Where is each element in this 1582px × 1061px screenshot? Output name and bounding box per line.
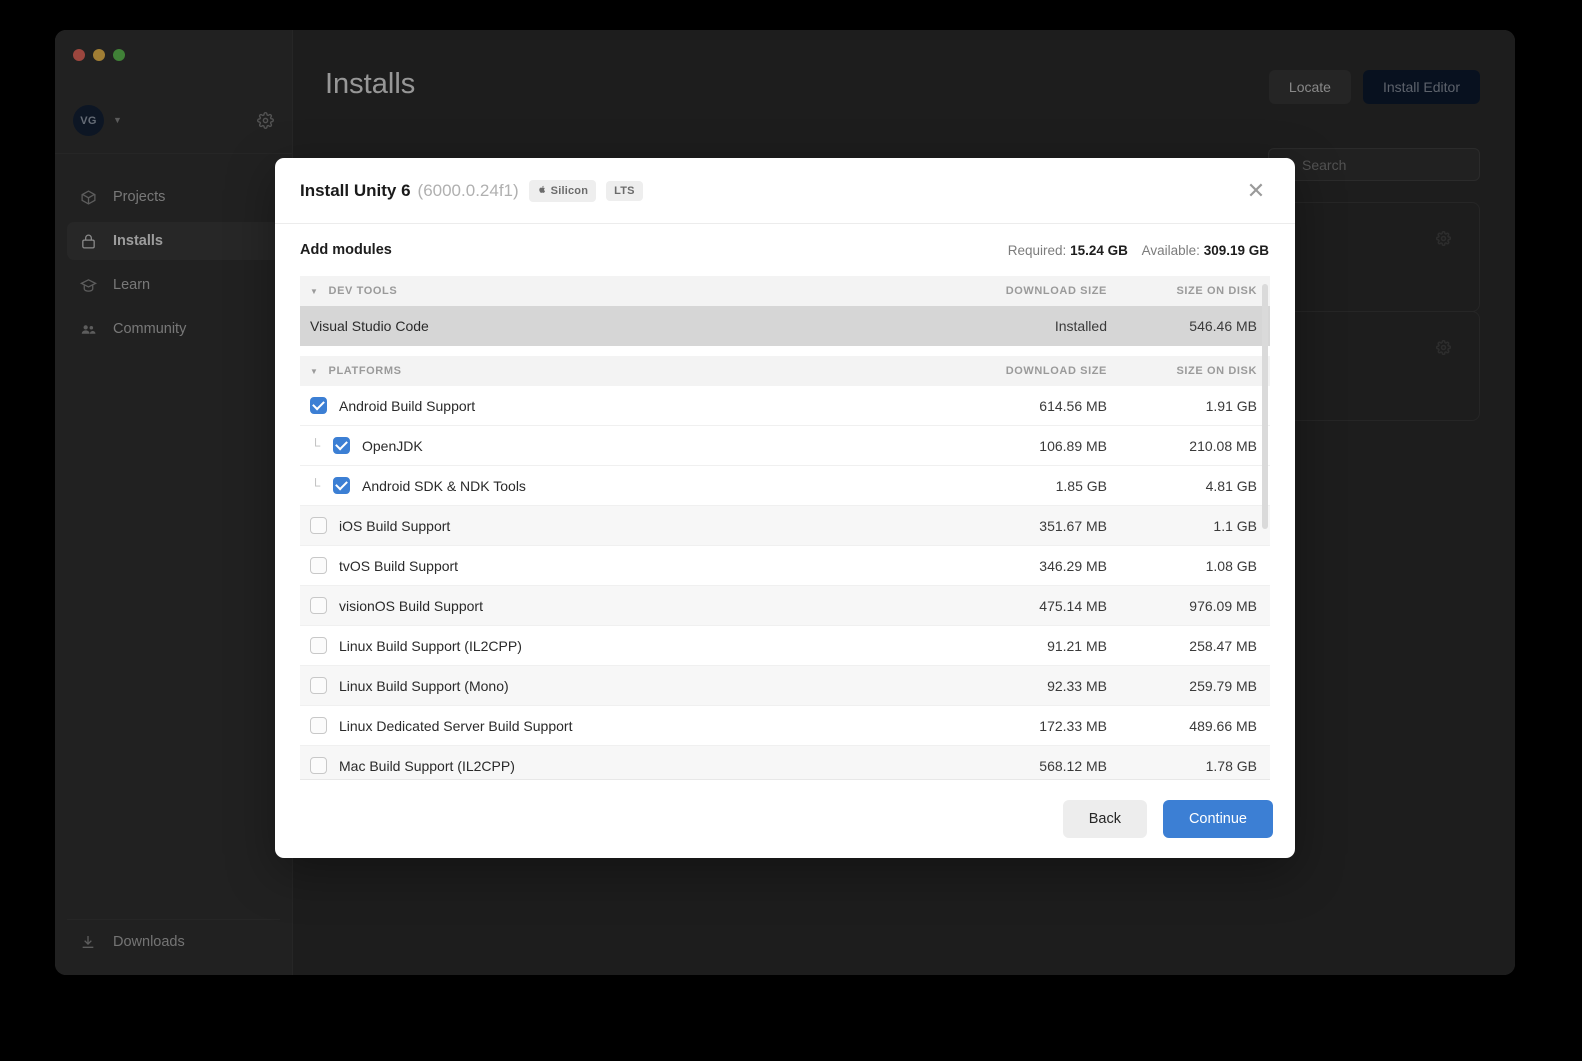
module-checkbox[interactable] (310, 597, 327, 614)
dialog-subheader: Add modules Required: 15.24 GB Available… (275, 224, 1295, 276)
back-button[interactable]: Back (1062, 800, 1147, 838)
silicon-badge: Silicon (528, 179, 597, 202)
table-row[interactable]: Linux Build Support (IL2CPP) 91.21 MB 25… (300, 626, 1270, 666)
table-row[interactable]: Mac Build Support (IL2CPP) 568.12 MB 1.7… (300, 746, 1270, 779)
module-download-size: 346.29 MB (1039, 557, 1107, 574)
module-list[interactable]: ▼ DEV TOOLS DOWNLOAD SIZE SIZE ON DISK V… (300, 276, 1270, 780)
column-header-size-on-disk: SIZE ON DISK (1176, 285, 1257, 297)
module-checkbox[interactable] (333, 477, 350, 494)
module-download-size: Installed (1054, 317, 1107, 334)
column-header-download-size: DOWNLOAD SIZE (1005, 365, 1107, 377)
table-row[interactable]: Linux Dedicated Server Build Support 172… (300, 706, 1270, 746)
module-size-on-disk: 489.66 MB (1189, 717, 1257, 734)
close-icon[interactable]: ✕ (1243, 178, 1269, 204)
dialog-footer: Back Continue (275, 780, 1295, 858)
continue-button[interactable]: Continue (1162, 800, 1273, 838)
module-checkbox[interactable] (310, 557, 327, 574)
table-row[interactable]: └ Android SDK & NDK Tools 1.85 GB 4.81 G… (300, 466, 1270, 506)
module-checkbox[interactable] (310, 757, 327, 774)
table-row[interactable]: └ OpenJDK 106.89 MB 210.08 MB (300, 426, 1270, 466)
module-size-on-disk: 4.81 GB (1205, 477, 1257, 494)
module-download-size: 91.21 MB (1047, 637, 1107, 654)
module-label: Mac Build Support (IL2CPP) (339, 757, 515, 774)
column-header-download-size: DOWNLOAD SIZE (1005, 285, 1107, 297)
dialog-title: Install Unity 6 (300, 180, 411, 200)
module-download-size: 92.33 MB (1047, 677, 1107, 694)
module-label: Linux Build Support (Mono) (339, 677, 509, 694)
module-download-size: 568.12 MB (1039, 757, 1107, 774)
lts-badge: LTS (606, 180, 643, 201)
module-download-size: 351.67 MB (1039, 517, 1107, 534)
module-label: Visual Studio Code (310, 317, 429, 334)
module-checkbox[interactable] (310, 517, 327, 534)
module-download-size: 106.89 MB (1039, 437, 1107, 454)
table-row[interactable]: visionOS Build Support 475.14 MB 976.09 … (300, 586, 1270, 626)
available-value: 309.19 GB (1203, 242, 1269, 258)
dialog-version: (6000.0.24f1) (417, 180, 519, 200)
silicon-badge-label: Silicon (550, 184, 589, 197)
module-size-on-disk: 210.08 MB (1189, 437, 1257, 454)
module-size-on-disk: 259.79 MB (1189, 677, 1257, 694)
group-spacer (300, 346, 1270, 356)
tree-connector-icon: └ (311, 478, 321, 493)
module-checkbox[interactable] (310, 677, 327, 694)
group-header-dev-tools[interactable]: ▼ DEV TOOLS DOWNLOAD SIZE SIZE ON DISK (300, 276, 1270, 306)
scrollbar-thumb[interactable] (1262, 284, 1268, 529)
module-label: Linux Dedicated Server Build Support (339, 717, 573, 734)
module-label: Linux Build Support (IL2CPP) (339, 637, 522, 654)
group-name: PLATFORMS (328, 365, 402, 377)
group-name: DEV TOOLS (328, 285, 398, 297)
table-row[interactable]: Linux Build Support (Mono) 92.33 MB 259.… (300, 666, 1270, 706)
module-checkbox[interactable] (310, 637, 327, 654)
module-download-size: 475.14 MB (1039, 597, 1107, 614)
module-checkbox[interactable] (310, 397, 327, 414)
module-download-size: 1.85 GB (1055, 477, 1107, 494)
module-size-on-disk: 1.78 GB (1205, 757, 1257, 774)
module-label: OpenJDK (362, 437, 423, 454)
chevron-down-icon[interactable]: ▼ (310, 287, 319, 296)
module-size-on-disk: 1.91 GB (1205, 397, 1257, 414)
chevron-down-icon[interactable]: ▼ (310, 367, 319, 376)
screen: VG ▼ Projects Installs Learn Community D… (0, 0, 1582, 1061)
module-size-on-disk: 258.47 MB (1189, 637, 1257, 654)
module-download-size: 614.56 MB (1039, 397, 1107, 414)
apple-icon (537, 184, 547, 198)
module-label: Android Build Support (339, 397, 476, 414)
table-row[interactable]: tvOS Build Support 346.29 MB 1.08 GB (300, 546, 1270, 586)
module-checkbox[interactable] (310, 717, 327, 734)
module-label: tvOS Build Support (339, 557, 459, 574)
module-size-on-disk: 1.1 GB (1213, 517, 1257, 534)
module-size-on-disk: 976.09 MB (1189, 597, 1257, 614)
module-label: visionOS Build Support (339, 597, 483, 614)
install-unity-dialog: Install Unity 6 (6000.0.24f1) Silicon LT… (275, 158, 1295, 858)
available-label: Available: (1141, 242, 1200, 258)
module-size-on-disk: 546.46 MB (1189, 317, 1257, 334)
module-checkbox[interactable] (333, 437, 350, 454)
table-row[interactable]: Visual Studio Code Installed 546.46 MB (300, 306, 1270, 346)
table-row[interactable]: iOS Build Support 351.67 MB 1.1 GB (300, 506, 1270, 546)
module-label: Android SDK & NDK Tools (362, 477, 526, 494)
module-size-on-disk: 1.08 GB (1205, 557, 1257, 574)
dialog-header: Install Unity 6 (6000.0.24f1) Silicon LT… (275, 158, 1295, 224)
module-label: iOS Build Support (339, 517, 451, 534)
capacity-summary: Required: 15.24 GB Available: 309.19 GB (1008, 243, 1269, 258)
tree-connector-icon: └ (311, 438, 321, 453)
required-value: 15.24 GB (1070, 242, 1128, 258)
group-header-platforms[interactable]: ▼ PLATFORMS DOWNLOAD SIZE SIZE ON DISK (300, 356, 1270, 386)
table-row[interactable]: Android Build Support 614.56 MB 1.91 GB (300, 386, 1270, 426)
add-modules-label: Add modules (300, 242, 392, 258)
scrollbar-track[interactable] (1262, 284, 1268, 771)
required-label: Required: (1007, 242, 1067, 258)
module-download-size: 172.33 MB (1039, 717, 1107, 734)
column-header-size-on-disk: SIZE ON DISK (1176, 365, 1257, 377)
